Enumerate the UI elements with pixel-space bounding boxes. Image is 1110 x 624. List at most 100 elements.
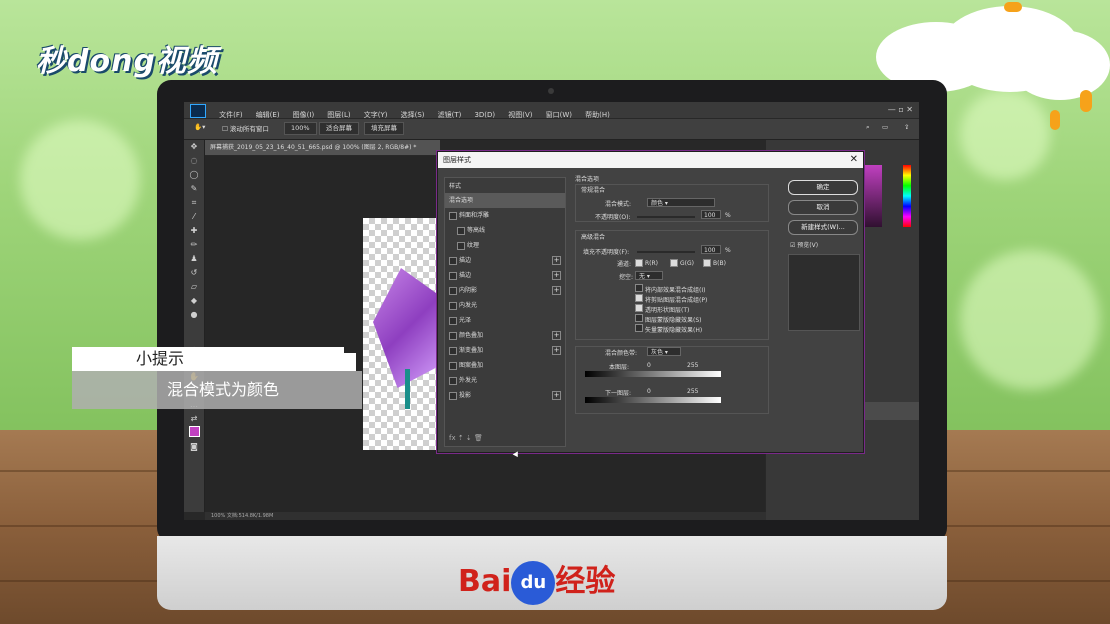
healing-brush-icon[interactable]: ✚ xyxy=(184,224,204,238)
knockout-label: 挖空: xyxy=(619,274,634,281)
opt-layer-mask-hides-checkbox[interactable] xyxy=(635,314,643,322)
menu-type[interactable]: 文字(Y) xyxy=(364,111,388,119)
webcam xyxy=(548,88,554,94)
blend-if-select[interactable]: 灰色 ▾ xyxy=(647,347,681,356)
window-controls[interactable]: — ▫ ✕ xyxy=(888,102,913,118)
style-item-bevel[interactable]: 斜面和浮雕 xyxy=(445,208,565,223)
style-item-inner-glow[interactable]: 内发光 xyxy=(445,298,565,313)
style-item-stroke[interactable]: 描边 + xyxy=(445,268,565,283)
blur-tool-icon[interactable]: ● xyxy=(184,308,204,322)
add-icon[interactable]: + xyxy=(552,256,561,265)
brush-tool-icon[interactable]: ✏ xyxy=(184,238,204,252)
add-icon[interactable]: + xyxy=(552,286,561,295)
menu-edit[interactable]: 编辑(E) xyxy=(256,111,280,119)
add-icon[interactable]: + xyxy=(552,346,561,355)
quick-select-icon[interactable]: ✎ xyxy=(184,182,204,196)
hue-slider[interactable] xyxy=(903,165,911,227)
menu-image[interactable]: 图像(I) xyxy=(293,111,315,119)
style-item-drop-shadow[interactable]: 投影 + xyxy=(445,388,565,403)
foreground-color-swatch[interactable] xyxy=(184,426,204,440)
checkbox[interactable] xyxy=(449,212,457,220)
checkbox[interactable] xyxy=(449,317,457,325)
menu-select[interactable]: 选择(S) xyxy=(401,111,425,119)
checkbox[interactable] xyxy=(449,272,457,280)
checkbox[interactable] xyxy=(457,242,465,250)
checkbox[interactable] xyxy=(449,347,457,355)
new-style-button[interactable]: 新建样式(W)... xyxy=(788,220,858,235)
fit-screen-button[interactable]: 适合屏幕 xyxy=(319,122,359,135)
checkbox[interactable] xyxy=(449,302,457,310)
style-item-satin[interactable]: 光泽 xyxy=(445,313,565,328)
style-item-gradient-overlay[interactable]: 渐变叠加 + xyxy=(445,343,565,358)
preview-checkbox[interactable]: ☑ 预览(V) xyxy=(790,240,818,249)
fill-opacity-slider[interactable] xyxy=(637,251,695,253)
share-icon[interactable]: ⇪ xyxy=(904,123,909,131)
zoom-100-button[interactable]: 100% xyxy=(284,122,317,135)
menu-bar: 文件(F) 编辑(E) 图像(I) 图层(L) 文字(Y) 选择(S) 滤镜(T… xyxy=(184,102,919,119)
underlying-gradient-slider[interactable] xyxy=(585,397,721,403)
eraser-tool-icon[interactable]: ▱ xyxy=(184,280,204,294)
style-item-pattern-overlay[interactable]: 图案叠加 xyxy=(445,358,565,373)
search-icon[interactable]: ⌕ xyxy=(866,123,870,132)
menu-view[interactable]: 视图(V) xyxy=(508,111,532,119)
style-item-texture[interactable]: 纹理 xyxy=(445,238,565,253)
marquee-tool-icon[interactable]: ◌ xyxy=(184,154,204,168)
checkbox[interactable] xyxy=(457,227,465,235)
style-item-blending-options[interactable]: 混合选项 xyxy=(445,193,565,208)
checkbox[interactable] xyxy=(449,362,457,370)
quick-mask-icon[interactable]: ◙ xyxy=(184,440,204,454)
add-icon[interactable]: + xyxy=(552,271,561,280)
this-layer-gradient-slider[interactable] xyxy=(585,371,721,377)
checkbox[interactable] xyxy=(449,332,457,340)
document-tab[interactable]: 屏幕捕获_2019_05_23_16_40_51_665.psd @ 100% … xyxy=(204,140,440,155)
move-tool-icon[interactable]: ✥ xyxy=(184,140,204,154)
style-item-contour[interactable]: 等高线 xyxy=(445,223,565,238)
swap-colors-icon[interactable]: ⇄ xyxy=(184,412,204,426)
checkbox[interactable] xyxy=(449,287,457,295)
fill-opacity-input[interactable]: 100 xyxy=(701,245,721,254)
fill-screen-button[interactable]: 填充屏幕 xyxy=(364,122,404,135)
hand-tool-icon[interactable]: ✋▾ xyxy=(194,123,205,131)
lasso-tool-icon[interactable]: ◯ xyxy=(184,168,204,182)
opt-blend-clipped-checkbox[interactable] xyxy=(635,294,643,302)
opacity-slider[interactable] xyxy=(637,216,695,218)
knockout-select[interactable]: 无 ▾ xyxy=(635,271,663,280)
blend-mode-select[interactable]: 颜色 ▾ xyxy=(647,198,715,207)
style-item-outer-glow[interactable]: 外发光 xyxy=(445,373,565,388)
checkbox[interactable] xyxy=(449,257,457,265)
channel-b-checkbox[interactable] xyxy=(703,259,711,267)
add-icon[interactable]: + xyxy=(552,391,561,400)
style-item-stroke[interactable]: 描边 + xyxy=(445,253,565,268)
scroll-all-checkbox[interactable]: ☐ 滚动所有窗口 xyxy=(222,123,269,133)
underlying-high: 255 xyxy=(687,388,699,395)
checkbox[interactable] xyxy=(449,392,457,400)
sun-ray xyxy=(1004,2,1022,12)
menu-help[interactable]: 帮助(H) xyxy=(585,111,610,119)
eyedropper-icon[interactable]: ⁄ xyxy=(184,210,204,224)
menu-3d[interactable]: 3D(D) xyxy=(474,111,495,119)
opt-transparency-shapes-checkbox[interactable] xyxy=(635,304,643,312)
stamp-tool-icon[interactable]: ♟ xyxy=(184,252,204,266)
fill-percent: % xyxy=(725,247,731,254)
history-brush-icon[interactable]: ↺ xyxy=(184,266,204,280)
style-item-color-overlay[interactable]: 颜色叠加 + xyxy=(445,328,565,343)
paint-bucket-icon[interactable]: ◆ xyxy=(184,294,204,308)
ok-button[interactable]: 确定 xyxy=(788,180,858,195)
menu-filter[interactable]: 滤镜(T) xyxy=(438,111,462,119)
workspace-icon[interactable]: ▭ xyxy=(882,123,888,131)
checkbox[interactable] xyxy=(449,377,457,385)
menu-layer[interactable]: 图层(L) xyxy=(327,111,350,119)
channel-r-checkbox[interactable] xyxy=(635,259,643,267)
opt-vector-mask-hides-checkbox[interactable] xyxy=(635,324,643,332)
add-icon[interactable]: + xyxy=(552,331,561,340)
menu-file[interactable]: 文件(F) xyxy=(219,111,243,119)
close-icon[interactable]: ✕ xyxy=(850,152,858,168)
cancel-button[interactable]: 取消 xyxy=(788,200,858,215)
fx-icon[interactable]: fx ⇡ ⇣ 🗑 xyxy=(449,434,483,442)
channel-g-checkbox[interactable] xyxy=(670,259,678,267)
crop-tool-icon[interactable]: ⌗ xyxy=(184,196,204,210)
menu-window[interactable]: 窗口(W) xyxy=(546,111,572,119)
opt-blend-interior-checkbox[interactable] xyxy=(635,284,643,292)
style-item-inner-shadow[interactable]: 内阴影 + xyxy=(445,283,565,298)
opacity-input[interactable]: 100 xyxy=(701,210,721,219)
